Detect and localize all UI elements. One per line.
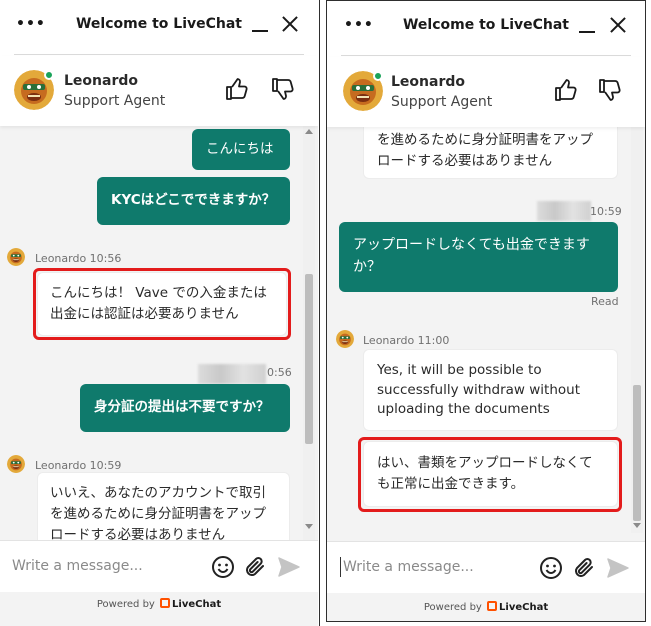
highlight-box: [33, 268, 291, 340]
read-status: Read: [591, 295, 619, 308]
footer: Powered by LiveChat: [327, 597, 645, 619]
agent-bar: Leonardo Support Agent: [327, 57, 645, 127]
online-status-icon: [44, 70, 54, 80]
scrollbar-thumb[interactable]: [633, 385, 641, 521]
livechat-logo-icon: [160, 598, 171, 608]
message-list[interactable]: を進めるために身分証明書をアップロードする必要はありません 10:59 アップロ…: [327, 127, 645, 541]
visitor-message: こんにちは: [192, 129, 290, 170]
scrollbar[interactable]: [631, 127, 643, 533]
attachment-icon[interactable]: [243, 555, 267, 579]
thumbs-up-icon[interactable]: [224, 76, 250, 102]
online-status-icon: [373, 71, 383, 81]
visitor-message: アップロードしなくても出金できますか？: [339, 222, 618, 292]
chat-window-left: ••• Welcome to LiveChat Leonardo Support…: [0, 0, 318, 626]
divider: [341, 55, 631, 56]
agent-name: Leonardo: [391, 74, 465, 90]
visitor-message: KYCはどこでできますか？: [97, 177, 290, 225]
close-icon[interactable]: [280, 14, 300, 34]
agent-mini-avatar: [336, 330, 354, 348]
message-input[interactable]: Write a message...: [343, 559, 474, 575]
livechat-logo-icon: [487, 601, 498, 611]
agent-message-meta: Leonardo 10:56: [35, 252, 122, 265]
header: ••• Welcome to LiveChat: [0, 0, 318, 56]
footer-brand[interactable]: LiveChat: [499, 602, 548, 613]
scroll-down-icon[interactable]: [633, 523, 641, 528]
message-time: 10:59: [590, 205, 622, 218]
highlight-box: [358, 437, 622, 512]
agent-message: を進めるために身分証明書をアップロードする必要はありません: [363, 127, 618, 179]
message-input[interactable]: Write a message...: [12, 558, 143, 574]
chat-window-right: ••• Welcome to LiveChat Leonardo Support…: [326, 0, 646, 622]
thumbs-down-icon[interactable]: [270, 76, 296, 102]
thumbs-up-icon[interactable]: [553, 77, 579, 103]
powered-by-text: Powered by: [96, 599, 155, 610]
minimize-icon[interactable]: [250, 14, 270, 34]
window-title: Welcome to LiveChat: [75, 16, 243, 32]
agent-role: Support Agent: [64, 93, 166, 109]
panel-separator: [318, 0, 326, 626]
agent-message: Yes, it will be possible to successfully…: [363, 349, 618, 431]
agent-message-meta: Leonardo 11:00: [363, 334, 450, 347]
emoji-icon[interactable]: [539, 556, 563, 580]
composer: Write a message...: [327, 541, 645, 593]
thumbs-down-icon[interactable]: [597, 77, 623, 103]
footer: Powered by LiveChat: [0, 594, 318, 616]
attachment-icon[interactable]: [572, 556, 596, 580]
text-cursor: [340, 557, 341, 577]
minimize-icon[interactable]: [577, 15, 597, 35]
emoji-icon[interactable]: [211, 555, 235, 579]
divider: [14, 54, 304, 55]
scrollbar-thumb[interactable]: [305, 274, 313, 444]
window-title: Welcome to LiveChat: [402, 17, 570, 33]
agent-mini-avatar: [7, 248, 25, 266]
agent-role: Support Agent: [391, 94, 493, 110]
close-icon[interactable]: [608, 15, 628, 35]
footer-brand[interactable]: LiveChat: [172, 599, 221, 610]
message-time: 0:56: [267, 366, 292, 379]
scroll-up-icon[interactable]: [305, 129, 313, 134]
redacted-sender: [537, 201, 591, 221]
scroll-down-icon[interactable]: [305, 524, 313, 529]
agent-bar: Leonardo Support Agent: [0, 56, 318, 126]
send-icon[interactable]: [606, 556, 630, 580]
agent-mini-avatar: [7, 455, 25, 473]
send-icon[interactable]: [277, 555, 301, 579]
agent-message-meta: Leonardo 10:59: [35, 459, 122, 472]
header: ••• Welcome to LiveChat: [327, 1, 645, 57]
agent-message: いいえ、あなたのアカウントで取引を進めるために身分証明書をアップロードする必要は…: [37, 472, 290, 540]
message-list[interactable]: こんにちは KYCはどこでできますか？ Leonardo 10:56 こんにちは…: [0, 126, 318, 540]
visitor-message: 身分証の提出は不要ですか？: [80, 384, 290, 432]
redacted-sender: [198, 364, 266, 384]
composer: Write a message...: [0, 540, 318, 592]
scrollbar[interactable]: [303, 126, 315, 540]
powered-by-text: Powered by: [423, 602, 482, 613]
agent-name: Leonardo: [64, 73, 138, 89]
